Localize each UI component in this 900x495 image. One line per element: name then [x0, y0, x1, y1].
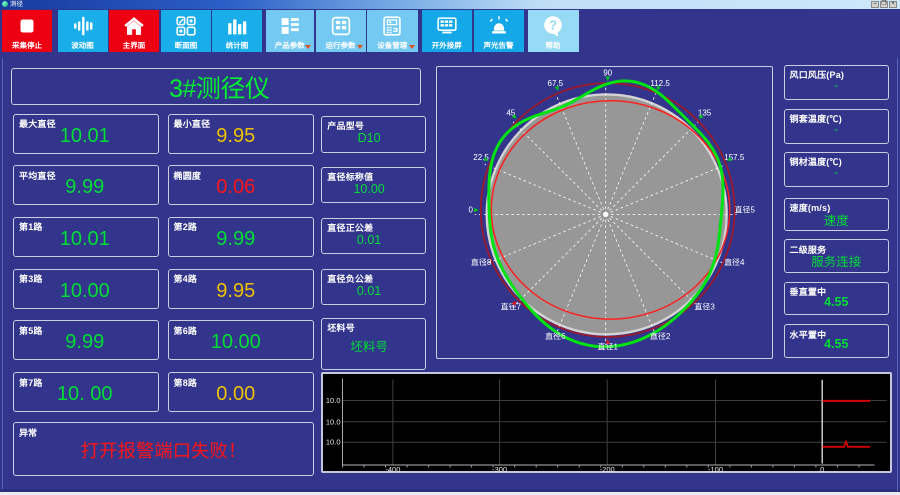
svg-text:10.0: 10.0 — [325, 437, 340, 446]
svg-text:直径8: 直径8 — [471, 258, 492, 267]
svg-text:直径2: 直径2 — [650, 332, 671, 341]
svg-text:-200: -200 — [599, 464, 614, 471]
svg-text:直径6: 直径6 — [545, 332, 566, 341]
svg-text:67.5: 67.5 — [547, 79, 563, 88]
svg-text:-400: -400 — [385, 464, 400, 471]
svg-text:直径1: 直径1 — [597, 342, 618, 351]
svg-text:直径5: 直径5 — [734, 205, 755, 214]
svg-text:直径3: 直径3 — [694, 302, 715, 311]
svg-text:直径7: 直径7 — [500, 302, 521, 311]
svg-text:10.0: 10.0 — [325, 396, 340, 405]
svg-text:112.5: 112.5 — [650, 79, 670, 88]
svg-text:22.5: 22.5 — [473, 153, 489, 162]
svg-text:10.0: 10.0 — [325, 417, 340, 426]
svg-text:157.5: 157.5 — [724, 153, 745, 162]
svg-text:90: 90 — [603, 68, 612, 77]
svg-text:0: 0 — [468, 205, 473, 214]
svg-text:-100: -100 — [707, 464, 722, 471]
svg-text:-300: -300 — [492, 464, 507, 471]
svg-text:?: ? — [549, 17, 557, 32]
svg-text:0: 0 — [820, 464, 824, 471]
svg-text:直径4: 直径4 — [724, 258, 745, 267]
